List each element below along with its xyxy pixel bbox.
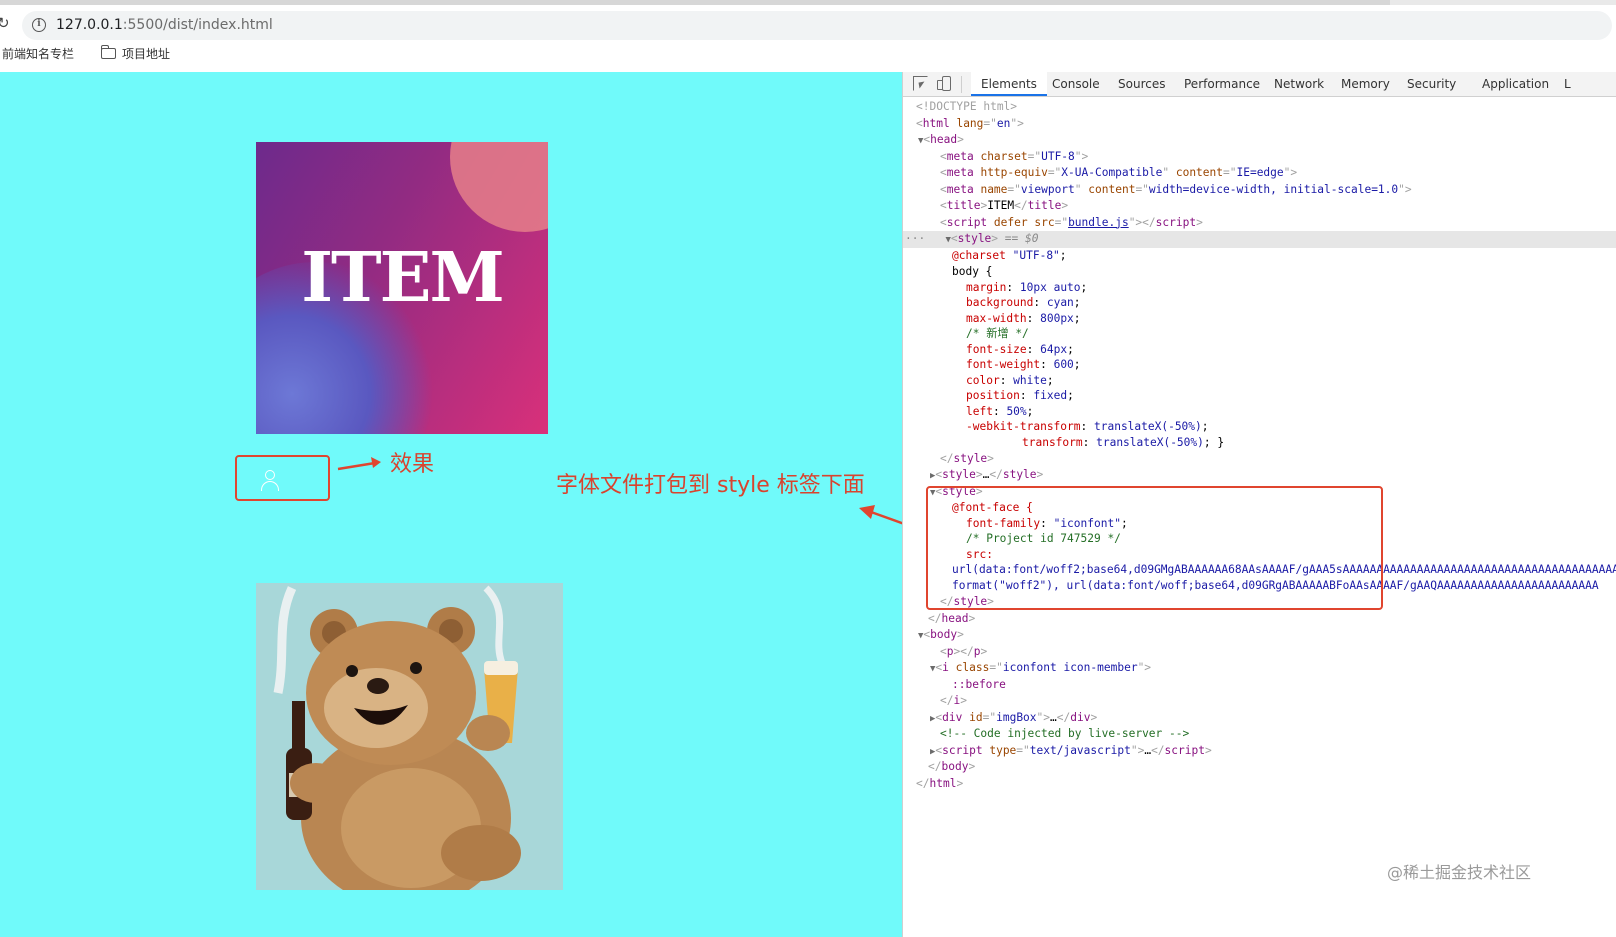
bookmark-label: 前端知名专栏 [2, 47, 75, 61]
inspect-icon[interactable] [913, 76, 928, 91]
tab-console[interactable]: Console [1042, 72, 1110, 96]
reload-icon[interactable]: ↻ [0, 16, 10, 31]
effect-label: 效果 [390, 452, 435, 477]
tree-line-i-icon[interactable]: ▼<i class="iconfont icon-member"> [903, 660, 1616, 677]
item-banner-image: ITEM [256, 142, 548, 434]
tree-line-meta-compat[interactable]: <meta http-equiv="X-UA-Compatible" conte… [903, 165, 1616, 182]
tree-line-html-close[interactable]: </html> [903, 776, 1616, 793]
tree-line-html[interactable]: <html lang="en"> [903, 116, 1616, 133]
tree-line-head[interactable]: ▼<head> [903, 132, 1616, 149]
banner-title: ITEM [301, 238, 505, 318]
toolbar-divider [961, 76, 962, 93]
tab-memory[interactable]: Memory [1331, 72, 1400, 96]
bookmark-folder[interactable]: 项目地址 [100, 45, 171, 62]
banner-decoration [450, 142, 548, 232]
info-icon[interactable]: i [32, 18, 46, 32]
devtools-tabbar: Elements Console Sources Performance Net… [903, 72, 1616, 97]
tab-strip-active [0, 0, 1390, 5]
user-icon [261, 470, 279, 491]
css-prop-line: left: 50%; [966, 404, 1034, 418]
device-toolbar-icon[interactable] [937, 76, 952, 91]
omnibox[interactable]: i 127.0.0.1:5500/dist/index.html [22, 11, 1612, 40]
tree-line-script[interactable]: <script defer src="bundle.js"></script> [903, 215, 1616, 232]
page-viewport: ITEM [0, 72, 902, 937]
watermark: @稀土掘金技术社区 [1387, 863, 1532, 882]
tree-line-comment[interactable]: <!-- Code injected by live-server --> [903, 726, 1616, 743]
tree-line-before[interactable]: ::before [903, 677, 1616, 694]
bookmarks-bar: 前端知名专栏 项目地址 [0, 40, 1616, 70]
url-host: 127.0.0.1 [56, 17, 123, 33]
css-prop-line: max-width: 800px; [966, 311, 1081, 325]
tab-lighthouse[interactable]: L [1554, 72, 1581, 96]
arrow-right-icon [337, 457, 381, 471]
tab-sources[interactable]: Sources [1108, 72, 1175, 96]
css-prop-line: color: white; [966, 373, 1054, 387]
tree-line-div-imgbox[interactable]: ▶<div id="imgBox">…</div> [903, 710, 1616, 727]
tab-network[interactable]: Network [1264, 72, 1334, 96]
folder-icon [100, 45, 116, 59]
tree-line-doctype[interactable]: <!DOCTYPE html> [903, 99, 1616, 116]
tree-line-i-close[interactable]: </i> [903, 693, 1616, 710]
tree-line-p[interactable]: <p></p> [903, 644, 1616, 661]
css-body-selector: body { [952, 265, 993, 278]
screenshot: ↻ i 127.0.0.1:5500/dist/index.html 前端知名专… [0, 0, 1616, 937]
tab-performance[interactable]: Performance [1174, 72, 1270, 96]
tree-line-head-close[interactable]: </head> [903, 611, 1616, 628]
tab-elements[interactable]: Elements [971, 72, 1047, 96]
tree-line-style-collapsed[interactable]: ▶<style>…</style> [903, 467, 1616, 484]
tree-line-body-close[interactable]: </body> [903, 759, 1616, 776]
css-prop-line: font-size: 64px; [966, 342, 1074, 356]
tree-line-style-selected[interactable]: ··· ▼<style> == $0 [903, 231, 1616, 248]
tab-application[interactable]: Application [1472, 72, 1559, 96]
css-comment-line: /* 新增 */ [966, 327, 1029, 340]
tree-line-script2[interactable]: ▶<script type="text/javascript">…</scrip… [903, 743, 1616, 760]
tree-line-style-close[interactable]: </style> [903, 451, 1616, 468]
tab-security[interactable]: Security [1397, 72, 1466, 96]
tab-strip [0, 0, 1616, 5]
tree-line-meta-viewport[interactable]: <meta name="viewport" content="width=dev… [903, 182, 1616, 199]
tree-line-body[interactable]: ▼<body> [903, 627, 1616, 644]
effect-highlight-box [235, 455, 330, 501]
tree-line-meta-charset[interactable]: <meta charset="UTF-8"> [903, 149, 1616, 166]
css-prop-line: -webkit-transform: translateX(-50%); [966, 420, 1209, 433]
fontface-highlight-box [926, 486, 1383, 610]
teddy-bear-image [256, 583, 563, 890]
css-prop-line: background: cyan; [966, 296, 1081, 309]
bookmark-label: 项目地址 [122, 47, 171, 61]
css-prop-line: position: fixed; [966, 389, 1074, 402]
css-prop-line: font-weight: 600; [966, 358, 1081, 371]
css-prop-line: margin: 10px auto; [966, 280, 1088, 294]
css-prop-line: transform: translateX(-50%); } [1022, 435, 1225, 449]
tree-line-title[interactable]: <title>ITEM</title> [903, 198, 1616, 215]
url-path: :5500/dist/index.html [122, 17, 273, 33]
url-text[interactable]: 127.0.0.1:5500/dist/index.html [56, 17, 273, 33]
teddy-bear-illustration [273, 585, 521, 890]
css-charset-line: @charset "UTF-8"; [952, 248, 1067, 262]
bookmark-item[interactable]: 前端知名专栏 [2, 45, 74, 62]
address-bar: ↻ i 127.0.0.1:5500/dist/index.html [0, 6, 1616, 40]
annotation-text: 字体文件打包到 style 标签下面 [556, 473, 865, 498]
elements-tree: <!DOCTYPE html> <html lang="en"> ▼<head>… [903, 98, 1616, 848]
